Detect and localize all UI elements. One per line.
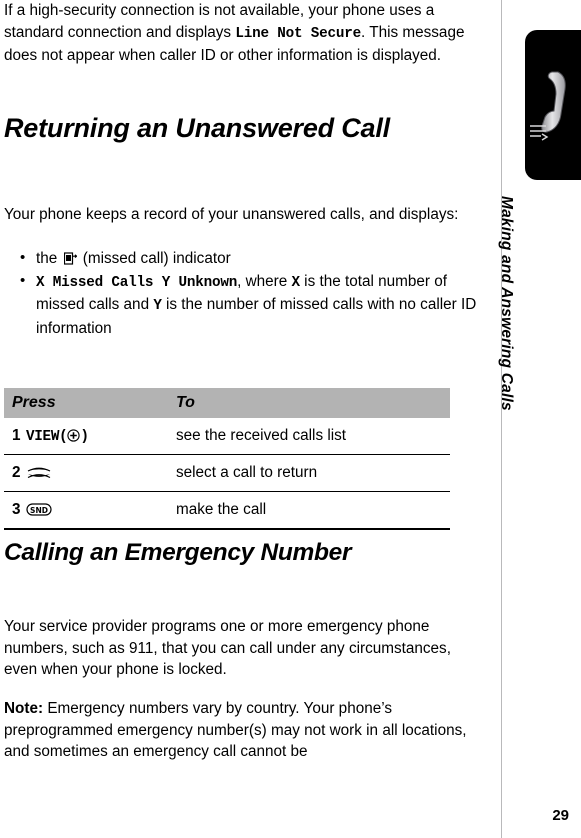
step-1-paren-close: ) [80,429,89,445]
svg-text:SND: SND [30,506,48,515]
list-item: the (missed call) indicator [4,247,494,270]
table-row: 2 select a call to return [4,454,450,492]
table-row: 3 SND make the call [4,491,450,530]
step-3-action: make the call [168,491,450,530]
emergency-paragraph: Your service provider programs one or mo… [4,618,451,678]
bullet-1-text-before: the [36,250,62,267]
table-row: 1 VIEW() see the received calls list [4,418,450,455]
column-header-press: Press [4,388,168,418]
chapter-badge [525,30,581,180]
intro-paragraph: If a high-security connection is not ava… [4,0,484,67]
step-1-paren-open: ( [59,429,68,445]
note-text: Emergency numbers vary by country. Your … [4,700,467,760]
bullet-2-mono-x: X [291,274,301,291]
step-2-action: select a call to return [168,454,450,492]
table-header-row: Press To [4,388,450,418]
key-sequence-table: Press To 1 VIEW() see the received calls … [4,388,450,530]
bullet-2-mono-y: Y [153,298,162,314]
page-number: 29 [552,807,569,824]
unanswered-paragraph: Your phone keeps a record of your unansw… [4,206,459,223]
step-2-number: 2 [12,464,21,481]
bullet-2-mono-1: X Missed Calls Y Unknown [36,274,238,291]
step-1-press-cell: 1 VIEW() [4,418,168,455]
list-item: X Missed Calls Y Unknown, where X is the… [4,270,494,340]
step-1-number: 1 [12,427,21,444]
step-3-number: 3 [12,501,21,518]
bullet-1-text-after: (missed call) indicator [78,250,231,267]
send-key-icon: SND [26,502,52,517]
column-header-to: To [168,388,450,418]
bullet-2-text-1: , where [237,272,292,290]
chapter-title-vertical: Making and Answering Calls [498,196,515,411]
intro-mono-line-not-secure: Line Not Secure [235,25,362,42]
section-heading-returning-unanswered-call: Returning an Unanswered Call [4,113,390,143]
softkey-plus-icon [67,429,81,442]
step-2-press-cell: 2 [4,454,168,492]
step-1-key-label: VIEW [26,429,60,445]
table-body: 1 VIEW() see the received calls list 2 se… [4,418,450,530]
step-1-action: see the received calls list [168,418,450,455]
missed-call-icon [63,250,78,265]
note-paragraph: Note: Emergency numbers vary by country.… [4,698,490,763]
signal-lines-icon [528,120,550,142]
step-3-press-cell: 3 SND [4,491,168,530]
unanswered-bullet-list: the (missed call) indicator X Missed Cal… [4,247,494,340]
table-head: Press To [4,388,450,418]
nav-updown-icon [26,465,52,480]
note-label: Note: [4,700,44,717]
side-rail: Making and Answering Calls 29 [498,0,581,838]
section-heading-calling-emergency-number: Calling an Emergency Number [4,539,352,566]
